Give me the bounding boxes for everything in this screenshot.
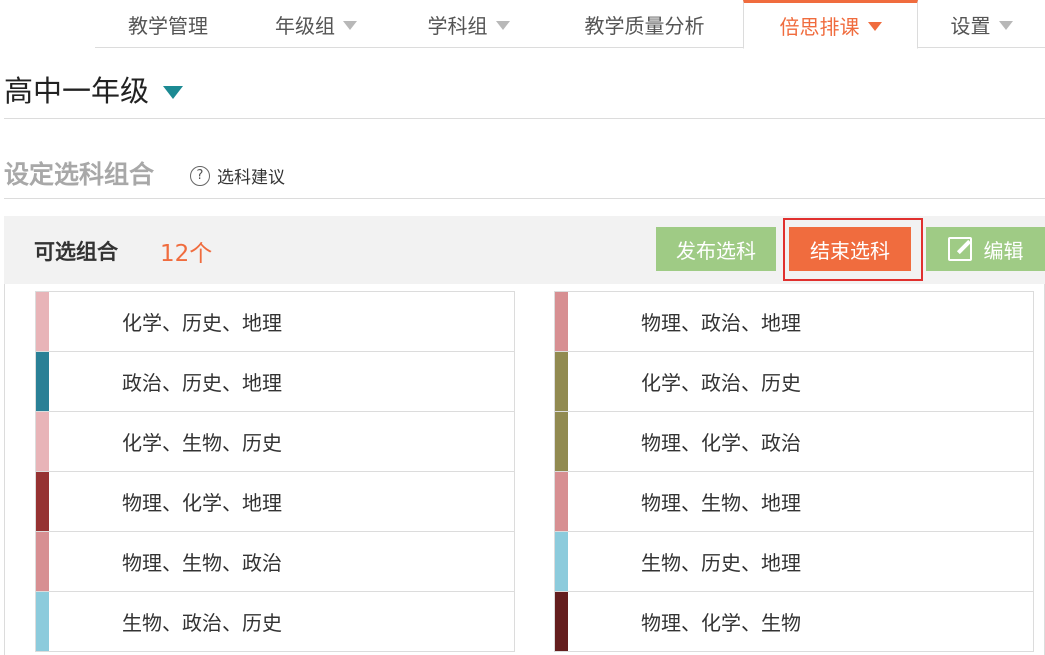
combo-item[interactable]: 化学、生物、历史 [36, 412, 514, 472]
combo-item[interactable]: 物理、化学、地理 [36, 472, 514, 532]
combo-text: 政治、历史、地理 [122, 371, 282, 395]
combo-label: 可选组合 [34, 240, 118, 264]
caret-down-icon [343, 20, 357, 30]
tab-label: 倍思排课 [779, 15, 860, 39]
combo-item[interactable]: 物理、政治、地理 [555, 292, 1033, 352]
tab-label: 教学管理 [128, 13, 208, 38]
combo-item[interactable]: 物理、化学、政治 [555, 412, 1033, 472]
tab-label: 设置 [950, 13, 991, 38]
tab-scheduling[interactable]: 倍思排课 [743, 0, 918, 49]
color-swatch [36, 292, 49, 351]
tab-grade-group[interactable]: 年级组 [241, 0, 391, 48]
combo-text: 物理、生物、地理 [641, 491, 801, 515]
top-nav: 教学管理 年级组 学科组 教学质量分析 倍思排课 设置 [95, 0, 1045, 49]
end-selection-button[interactable]: 结束选科 [789, 227, 911, 271]
combo-text: 物理、化学、生物 [641, 611, 801, 635]
grade-selector[interactable]: 高中一年级 [4, 68, 184, 110]
combo-text: 物理、生物、政治 [122, 551, 282, 575]
tab-settings[interactable]: 设置 [918, 0, 1045, 48]
combo-item[interactable]: 政治、历史、地理 [36, 352, 514, 412]
grade-label: 高中一年级 [4, 74, 150, 108]
combo-item[interactable]: 化学、历史、地理 [36, 292, 514, 352]
suggestion-label: 选科建议 [217, 168, 285, 188]
color-swatch [555, 292, 568, 351]
tab-subject-group[interactable]: 学科组 [391, 0, 546, 48]
edit-label: 编辑 [983, 238, 1024, 263]
combo-item[interactable]: 物理、生物、政治 [36, 532, 514, 592]
tab-quality-analysis[interactable]: 教学质量分析 [546, 0, 743, 48]
edit-icon [947, 237, 972, 261]
combo-toolbar: 可选组合 12个 发布选科 结束选科 编辑 [4, 216, 1045, 284]
caret-down-icon [495, 20, 510, 30]
combo-item[interactable]: 生物、政治、历史 [36, 592, 514, 652]
color-swatch [36, 412, 49, 471]
color-swatch [555, 352, 568, 411]
combo-list-left: 化学、历史、地理 政治、历史、地理 化学、生物、历史 物理、化学、地理 物理、生物、政治… [35, 291, 515, 652]
divider [4, 118, 1045, 119]
section-title: 设定选科组合 [4, 160, 155, 189]
tab-teaching-management[interactable]: 教学管理 [95, 0, 241, 48]
tab-label: 教学质量分析 [584, 13, 705, 38]
combo-text: 物理、政治、地理 [641, 311, 801, 335]
caret-down-icon [163, 85, 184, 99]
combo-item[interactable]: 物理、生物、地理 [555, 472, 1033, 532]
combo-text: 生物、历史、地理 [641, 551, 801, 575]
caret-down-icon [867, 22, 882, 31]
color-swatch [36, 532, 49, 591]
color-swatch [555, 412, 568, 471]
color-swatch [36, 592, 49, 651]
color-swatch [36, 352, 49, 411]
combo-text: 物理、化学、政治 [641, 431, 801, 455]
divider [4, 198, 1045, 199]
combo-text: 物理、化学、地理 [122, 491, 282, 515]
combo-text: 化学、政治、历史 [641, 371, 801, 395]
color-swatch [36, 472, 49, 531]
caret-down-icon [998, 20, 1013, 30]
question-icon: ? [190, 165, 210, 186]
combo-text: 化学、历史、地理 [122, 311, 282, 335]
combo-item[interactable]: 生物、历史、地理 [555, 532, 1033, 592]
color-swatch [555, 592, 568, 651]
combo-count: 12个 [160, 241, 213, 267]
tab-label: 学科组 [427, 13, 488, 38]
combo-item[interactable]: 化学、政治、历史 [555, 352, 1033, 412]
color-swatch [555, 472, 568, 531]
combo-area: 化学、历史、地理 政治、历史、地理 化学、生物、历史 物理、化学、地理 物理、生物、政治… [4, 284, 1045, 655]
combo-text: 生物、政治、历史 [122, 611, 282, 635]
combo-list-right: 物理、政治、地理 化学、政治、历史 物理、化学、政治 物理、生物、地理 生物、历史、地理… [554, 291, 1034, 652]
combo-text: 化学、生物、历史 [122, 431, 282, 455]
publish-selection-button[interactable]: 发布选科 [656, 227, 776, 271]
tab-label: 年级组 [275, 13, 335, 38]
color-swatch [555, 532, 568, 591]
subject-suggestion-link[interactable]: ? 选科建议 [190, 163, 285, 188]
edit-button[interactable]: 编辑 [926, 227, 1045, 271]
combo-item[interactable]: 物理、化学、生物 [555, 592, 1033, 652]
